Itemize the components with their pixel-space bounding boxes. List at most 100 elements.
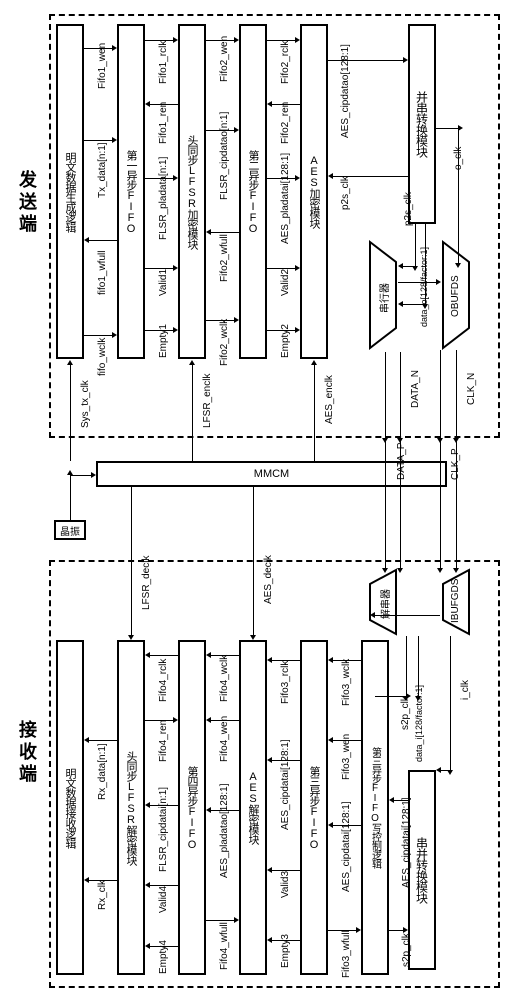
rx-title: 接收端 bbox=[14, 720, 40, 786]
l-s2p-clk2: s2p_clk bbox=[401, 933, 412, 967]
a-clkn2 bbox=[456, 438, 457, 568]
l-aes-declk: AES_declk bbox=[263, 555, 274, 604]
a-s2p-deser bbox=[375, 696, 406, 697]
fifo1: 第一异步FIFO bbox=[117, 24, 145, 359]
l-fifo2-wclk: Fifo2_wclk bbox=[219, 319, 230, 366]
a-p2s-to-ser bbox=[415, 224, 416, 266]
l-fifo2-ren: Fifo2_ren bbox=[280, 102, 291, 144]
a-datan bbox=[400, 352, 401, 438]
l-empty4: Empty4 bbox=[158, 940, 169, 974]
l-aes-cipdatai: AES_cipdatai[128:1] bbox=[401, 797, 412, 888]
aes-enc: AES加密模块 bbox=[300, 24, 328, 359]
ibufgds-lbl: IBUFGDS bbox=[450, 579, 461, 623]
l-data-i: data_i[128/factor:1] bbox=[414, 685, 424, 762]
a-fifo1-wfull bbox=[89, 240, 117, 241]
fifo4: 第四异步FIFO bbox=[178, 640, 206, 975]
l-fifo4-wen: Fifo4_wen bbox=[219, 716, 230, 762]
lfsr-enc: 头同步LFSR加密模块 bbox=[178, 24, 206, 359]
l-aes-cipdatai2: AES_cipdatai[128:1] bbox=[341, 801, 352, 892]
l-lfsr-declk: LFSR_declk bbox=[141, 556, 152, 610]
l-tx-data: Tx_data[n:1] bbox=[97, 142, 108, 198]
s2p: 串并转换模块 bbox=[408, 770, 436, 970]
obufds-lbl: OBUFDS bbox=[450, 275, 461, 317]
l-fifo2-wen: Fifo2_wen bbox=[219, 36, 230, 82]
l-flsr-pladata: FLSR_pladata[n:1] bbox=[158, 157, 169, 240]
a-lfsr-enclk bbox=[192, 365, 193, 461]
l-fifo2-wfull: Fifo2_wfull bbox=[219, 234, 230, 282]
l-datap: DATA_P bbox=[396, 443, 407, 480]
l-empty2: Empty2 bbox=[280, 324, 291, 358]
a-sys-tx bbox=[70, 365, 71, 461]
l-flsr-cipdatao: FLSR_cipdatao[n:1] bbox=[219, 112, 230, 200]
a-fifo2-wfull bbox=[211, 232, 239, 233]
l-iclk: i_clk bbox=[460, 680, 471, 700]
a-clkp2 bbox=[440, 438, 441, 568]
l-datan: DATA_N bbox=[410, 370, 421, 408]
l-fifo4-wclk: Fifo4_wclk bbox=[219, 655, 230, 702]
a-aes-declk bbox=[253, 487, 254, 635]
l-s2p-clk: s2p_clk bbox=[400, 696, 411, 730]
a-datap bbox=[385, 352, 386, 438]
l-rx-data: Rx_data[n:1] bbox=[97, 743, 108, 800]
l-fifo1-ren: Fifo1_ren bbox=[158, 102, 169, 144]
a-fifo4-wfull bbox=[206, 920, 234, 921]
l-p2s-clk2: p2s_clk bbox=[403, 192, 414, 226]
fifo3: 第三异步FIFO bbox=[300, 640, 328, 975]
a-xtal-h bbox=[70, 475, 91, 476]
l-fifo1-rclk: Fifo1_rclk bbox=[158, 41, 169, 84]
l-valid2: Valid2 bbox=[280, 269, 291, 296]
a-s2p-clk2 bbox=[389, 930, 403, 931]
a-tx-data bbox=[84, 140, 112, 141]
l-data-o: data_o[128/factor:1] bbox=[419, 247, 429, 327]
plaintext-recv: 明文数据接收逻辑 bbox=[56, 640, 84, 975]
a-datan2 bbox=[400, 438, 401, 568]
l-fifo3-wclk: Fifo3_wclk bbox=[341, 659, 352, 706]
a-clkn bbox=[456, 350, 457, 438]
tx-title: 发送端 bbox=[14, 170, 40, 236]
plaintext-gen: 明文数据生成逻辑 bbox=[56, 24, 84, 359]
a-clkp bbox=[440, 350, 441, 438]
l-fifo1-wfull: fifo1_wfull bbox=[97, 251, 108, 295]
a-iclk-v bbox=[450, 636, 451, 770]
fifo3-ctrl: 第三异步FIFO写控制逻辑 bbox=[361, 640, 389, 975]
l-valid1: Valid1 bbox=[158, 269, 169, 296]
l-fifo2-rclk: Fifo2_rclk bbox=[280, 41, 291, 84]
l-fifo3-rclk: Fifo3_rclk bbox=[280, 661, 291, 704]
l-sys-tx: Sys_tx_clk bbox=[80, 380, 91, 428]
l-aes-enclk: AES_enclk bbox=[324, 375, 335, 424]
a-lfsr-declk bbox=[131, 487, 132, 635]
l-p2s-clk: p2s_clk bbox=[340, 176, 351, 210]
fifo2: 第二异步FIFO bbox=[239, 24, 267, 359]
l-fifo3-wen: Fifo3_wen bbox=[341, 734, 352, 780]
l-aes-cipdatao: AES_cipdatao[128:1] bbox=[340, 44, 351, 138]
l-aes-pladatao: AES_pladatao[128:1] bbox=[219, 783, 230, 878]
a-deser-ibuf bbox=[375, 615, 440, 616]
lfsr-dec: 头同步LFSR解密模块 bbox=[117, 640, 145, 975]
l-aes-cipdatai3: AES_cipdatai[128:1] bbox=[280, 739, 291, 830]
aes-dec: AES解密模块 bbox=[239, 640, 267, 975]
a-fifo4-rclk bbox=[150, 655, 178, 656]
a-oclk-in bbox=[436, 128, 458, 129]
a-aes-enclk bbox=[314, 365, 315, 461]
mmcm: MMCM bbox=[96, 461, 447, 487]
a-rx-data bbox=[89, 740, 117, 741]
serializer-lbl: 串行器 bbox=[376, 283, 391, 313]
a-ser-obuf bbox=[398, 282, 436, 283]
l-aes-pladatai: AES_pladatai[128:1] bbox=[280, 153, 291, 244]
l-fifo4-wfull: Fifo4_wfull bbox=[219, 922, 230, 970]
l-oclk: o_clk bbox=[453, 147, 464, 170]
l-empty1: Empty1 bbox=[158, 324, 169, 358]
l-clkn: CLK_N bbox=[466, 373, 477, 405]
l-lfsr-enclk: LFSR_enclk bbox=[202, 374, 213, 428]
a-s2p-clk-v bbox=[406, 636, 407, 696]
l-flsr-cipdatai: FLSR_cipdatai[n:1] bbox=[158, 787, 169, 872]
l-fifo4-rclk: Fifo4_rclk bbox=[158, 659, 169, 702]
a-p2s-ser2 bbox=[403, 266, 415, 267]
a-iclk-h bbox=[441, 770, 450, 771]
l-rx-clk: Rx_clk bbox=[97, 880, 108, 910]
l-fifo1-wen: Fifo1_wen bbox=[97, 43, 108, 89]
l-valid3: Valid3 bbox=[280, 871, 291, 898]
a-datap2 bbox=[385, 438, 386, 568]
a-xtal-v bbox=[70, 475, 71, 520]
a-fifo-wclk bbox=[84, 335, 112, 336]
